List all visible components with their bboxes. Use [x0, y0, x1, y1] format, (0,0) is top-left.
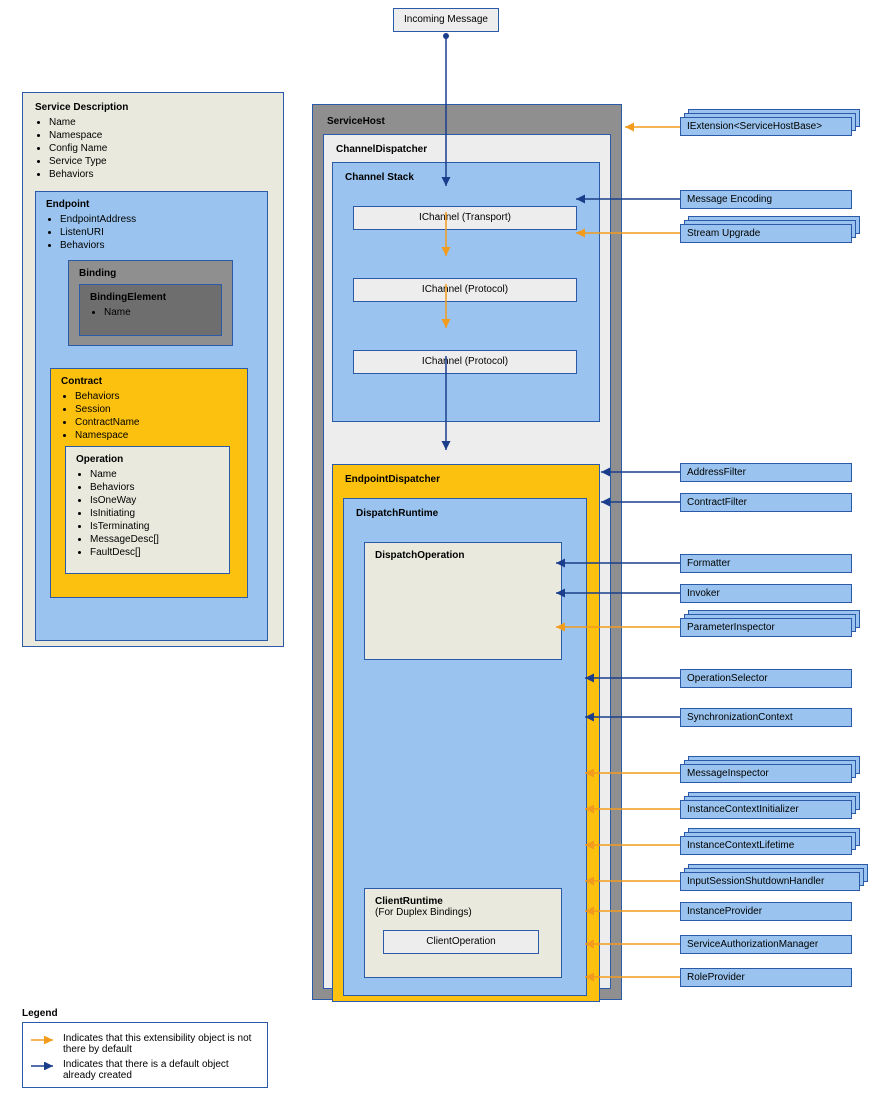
- ext-operation-selector: OperationSelector: [680, 669, 852, 688]
- service-description-items: Name Namespace Config Name Service Type …: [29, 116, 277, 181]
- sd-item: Behaviors: [49, 168, 277, 181]
- ext-msg-inspector: MessageInspector: [680, 764, 852, 783]
- dispatch-operation-title: DispatchOperation: [369, 547, 557, 564]
- client-runtime-subtitle: (For Duplex Bindings): [369, 907, 557, 918]
- ep-item: ListenURI: [60, 226, 263, 239]
- ct-item: Session: [75, 403, 243, 416]
- dispatch-runtime-panel: DispatchRuntime DispatchOperation Client…: [343, 498, 587, 996]
- op-item: IsInitiating: [90, 507, 225, 520]
- service-description-title: Service Description: [29, 99, 277, 116]
- ichannel-transport: IChannel (Transport): [353, 206, 577, 230]
- ext-iextension: IExtension<ServiceHostBase>: [680, 117, 852, 136]
- ext-param-inspector: ParameterInspector: [680, 618, 852, 637]
- op-item: Name: [90, 468, 225, 481]
- op-item: Behaviors: [90, 481, 225, 494]
- endpoint-panel: Endpoint EndpointAddress ListenURI Behav…: [35, 191, 268, 641]
- ext-address-filter: AddressFilter: [680, 463, 852, 482]
- ext-inst-provider: InstanceProvider: [680, 902, 852, 921]
- incoming-message-label: Incoming Message: [394, 9, 498, 30]
- endpoint-items: EndpointAddress ListenURI Behaviors: [40, 213, 263, 252]
- legend-orange-arrow-icon: [31, 1036, 57, 1044]
- contract-title: Contract: [55, 373, 243, 390]
- dispatch-operation-panel: DispatchOperation: [364, 542, 562, 660]
- legend-row-blue: Indicates that there is a default object…: [31, 1059, 259, 1081]
- op-item: FaultDesc[]: [90, 546, 225, 559]
- channel-stack-panel: Channel Stack IChannel (Transport) IChan…: [332, 162, 600, 422]
- servicehost-panel: ServiceHost ChannelDispatcher Channel St…: [312, 104, 622, 1000]
- ext-stream-upgrade: Stream Upgrade: [680, 224, 852, 243]
- legend-blue-arrow-icon: [31, 1062, 57, 1070]
- binding-element-items: Name: [84, 306, 217, 319]
- ct-item: Behaviors: [75, 390, 243, 403]
- binding-title: Binding: [73, 265, 228, 282]
- ichannel-protocol-2-label: IChannel (Protocol): [354, 351, 576, 372]
- sd-item: Service Type: [49, 155, 277, 168]
- client-runtime-title: ClientRuntime: [369, 893, 557, 907]
- legend-title: Legend: [22, 1008, 58, 1019]
- legend-blue-text: Indicates that there is a default object…: [63, 1059, 259, 1081]
- ichannel-protocol-2: IChannel (Protocol): [353, 350, 577, 374]
- ext-msg-encoding: Message Encoding: [680, 190, 852, 209]
- sd-item: Config Name: [49, 142, 277, 155]
- ichannel-protocol-1-label: IChannel (Protocol): [354, 279, 576, 300]
- ep-item: EndpointAddress: [60, 213, 263, 226]
- endpoint-dispatcher-panel: EndpointDispatcher DispatchRuntime Dispa…: [332, 464, 600, 1002]
- legend-orange-text: Indicates that this extensibility object…: [63, 1033, 259, 1055]
- op-item: IsOneWay: [90, 494, 225, 507]
- service-description-panel: Service Description Name Namespace Confi…: [22, 92, 284, 647]
- ep-item: Behaviors: [60, 239, 263, 252]
- ext-instctx-lifetime: InstanceContextLifetime: [680, 836, 852, 855]
- endpoint-dispatcher-title: EndpointDispatcher: [339, 471, 593, 488]
- ichannel-transport-label: IChannel (Transport): [354, 207, 576, 228]
- legend-box: Indicates that this extensibility object…: [22, 1022, 268, 1088]
- ext-role-provider: RoleProvider: [680, 968, 852, 987]
- ct-item: ContractName: [75, 416, 243, 429]
- client-operation-label: ClientOperation: [384, 931, 538, 952]
- client-runtime-panel: ClientRuntime (For Duplex Bindings) Clie…: [364, 888, 562, 978]
- ext-contract-filter: ContractFilter: [680, 493, 852, 512]
- ext-input-sess-shutdown: InputSessionShutdownHandler: [680, 872, 860, 891]
- ext-invoker: Invoker: [680, 584, 852, 603]
- be-item: Name: [104, 306, 217, 319]
- operation-title: Operation: [70, 451, 225, 468]
- binding-element-panel: BindingElement Name: [79, 284, 222, 336]
- ext-svc-authz-mgr: ServiceAuthorizationManager: [680, 935, 852, 954]
- ichannel-protocol-1: IChannel (Protocol): [353, 278, 577, 302]
- ext-sync-context: SynchronizationContext: [680, 708, 852, 727]
- endpoint-title: Endpoint: [40, 196, 263, 213]
- operation-items: Name Behaviors IsOneWay IsInitiating IsT…: [70, 468, 225, 559]
- operation-panel: Operation Name Behaviors IsOneWay IsInit…: [65, 446, 230, 574]
- incoming-message-box: Incoming Message: [393, 8, 499, 32]
- ext-formatter: Formatter: [680, 554, 852, 573]
- binding-panel: Binding BindingElement Name: [68, 260, 233, 346]
- sd-item: Namespace: [49, 129, 277, 142]
- op-item: IsTerminating: [90, 520, 225, 533]
- channel-dispatcher-panel: ChannelDispatcher Channel Stack IChannel…: [323, 134, 611, 989]
- contract-items: Behaviors Session ContractName Namespace: [55, 390, 243, 442]
- client-operation-panel: ClientOperation: [383, 930, 539, 954]
- servicehost-title: ServiceHost: [321, 113, 613, 130]
- ct-item: Namespace: [75, 429, 243, 442]
- op-item: MessageDesc[]: [90, 533, 225, 546]
- channel-dispatcher-title: ChannelDispatcher: [330, 141, 604, 158]
- contract-panel: Contract Behaviors Session ContractName …: [50, 368, 248, 598]
- channel-stack-title: Channel Stack: [339, 169, 593, 186]
- legend-row-orange: Indicates that this extensibility object…: [31, 1033, 259, 1055]
- dispatch-runtime-title: DispatchRuntime: [350, 505, 580, 522]
- sd-item: Name: [49, 116, 277, 129]
- binding-element-title: BindingElement: [84, 289, 217, 306]
- ext-instctx-init: InstanceContextInitializer: [680, 800, 852, 819]
